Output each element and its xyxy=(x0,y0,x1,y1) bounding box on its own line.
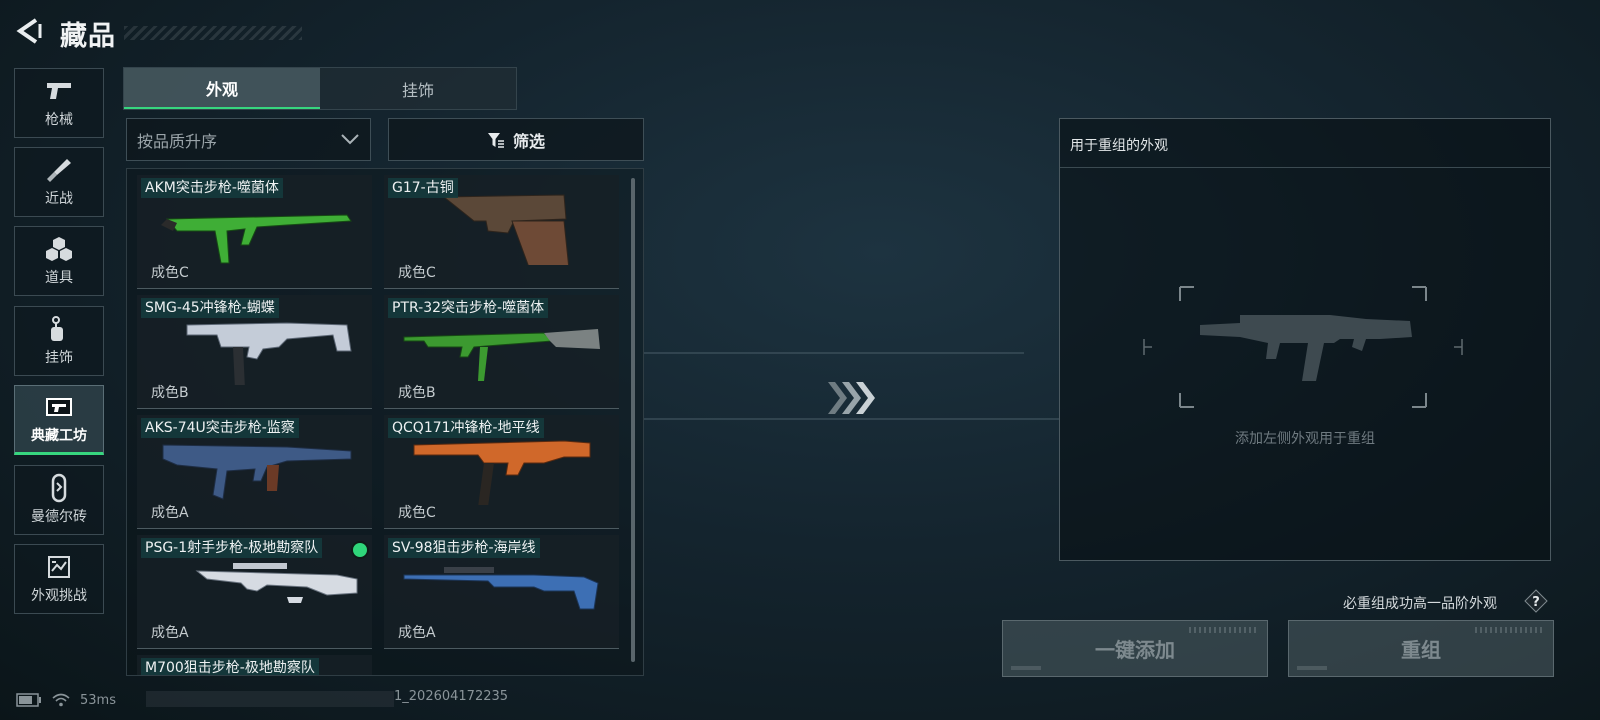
skin-card[interactable]: SV-98狙击步枪-海岸线 成色A xyxy=(384,535,619,649)
pistol-icon xyxy=(44,77,74,105)
quick-add-label: 一键添加 xyxy=(1095,638,1175,662)
skin-card[interactable]: AKM突击步枪-噬菌体 成色C xyxy=(137,175,372,289)
brick-icon xyxy=(44,473,74,503)
help-icon[interactable]: ? xyxy=(1524,589,1548,613)
recompose-button[interactable]: 重组 xyxy=(1288,620,1554,677)
filter-label: 筛选 xyxy=(512,131,545,151)
quick-add-button[interactable]: 一键添加 xyxy=(1002,620,1268,677)
skin-name: AKM突击步枪-噬菌体 xyxy=(141,178,283,198)
skin-card[interactable]: PTR-32突击步枪-噬菌体 成色B xyxy=(384,295,619,409)
knife-icon xyxy=(44,156,74,184)
battery-icon xyxy=(16,693,41,707)
wifi-icon xyxy=(52,693,70,707)
nav-item-gear[interactable]: 道具 xyxy=(14,226,104,296)
chevron-down-icon xyxy=(341,134,359,145)
weapon-slot[interactable] xyxy=(1140,285,1466,409)
recompose-label: 重组 xyxy=(1401,638,1441,662)
category-tabs: 外观 挂饰 xyxy=(123,67,517,110)
nav-item-workshop[interactable]: 典藏工坊 xyxy=(14,385,104,455)
skin-card[interactable]: AKS-74U突击步枪-监察 成色A xyxy=(137,415,372,529)
nav-item-melee[interactable]: 近战 xyxy=(14,147,104,217)
ping-text: 53ms xyxy=(80,692,116,708)
skin-grade: 成色C xyxy=(151,265,189,281)
list-scrollbar[interactable] xyxy=(631,178,635,662)
skin-grade: 成色C xyxy=(398,505,436,521)
nav-label: 枪械 xyxy=(45,112,73,128)
nav-label: 道具 xyxy=(45,270,73,286)
nav-label: 曼德尔砖 xyxy=(31,509,87,525)
charm-icon xyxy=(44,315,74,343)
button-decoration xyxy=(1011,666,1041,670)
guarantee-text: 必重组成功高一品阶外观 xyxy=(1343,596,1497,612)
nav-label: 外观挑战 xyxy=(31,588,87,604)
status-bar: 53ms xyxy=(16,688,116,712)
skin-grade: 成色B xyxy=(398,385,436,401)
decor-line xyxy=(644,352,1024,354)
skin-name: QCQ171冲锋枪-地平线 xyxy=(388,418,544,438)
panel-title: 用于重组的外观 xyxy=(1060,119,1550,168)
skin-grade: 成色A xyxy=(151,505,189,521)
filter-icon xyxy=(487,132,504,148)
build-info-bar xyxy=(146,691,394,707)
skin-card-partial[interactable]: M700狙击步枪-极地勘察队 xyxy=(137,655,372,675)
title-decoration xyxy=(124,26,302,40)
skin-card[interactable]: PSG-1射手步枪-极地勘察队 成色A xyxy=(137,535,372,649)
nav-item-skin-challenge[interactable]: 外观挑战 xyxy=(14,544,104,614)
panel-hint: 添加左侧外观用于重组 xyxy=(1235,431,1375,447)
nav-item-guns[interactable]: 枪械 xyxy=(14,68,104,138)
skin-grade: 成色A xyxy=(151,625,189,641)
skin-grade: 成色B xyxy=(151,385,189,401)
sort-dropdown[interactable]: 按品质升序 xyxy=(126,118,371,161)
nav-item-mandel-brick[interactable]: 曼德尔砖 xyxy=(14,465,104,535)
svg-text:?: ? xyxy=(1532,595,1540,610)
button-decoration xyxy=(1189,627,1259,633)
build-text: 1_202604172235 xyxy=(394,689,509,704)
skin-name: G17-古铜 xyxy=(388,178,458,198)
grenade-icon xyxy=(44,235,74,263)
filter-button[interactable]: 筛选 xyxy=(388,118,644,161)
equipped-indicator xyxy=(351,541,369,559)
skin-card[interactable]: G17-古铜 成色C xyxy=(384,175,619,289)
challenge-icon xyxy=(44,553,74,581)
skin-list: AKM突击步枪-噬菌体 成色C G17-古铜 成色C SMG-45冲锋枪-蝴蝶 … xyxy=(126,168,644,676)
skin-name: PSG-1射手步枪-极地勘察队 xyxy=(141,538,323,558)
skin-card[interactable]: SMG-45冲锋枪-蝴蝶 成色B xyxy=(137,295,372,409)
nav-label: 挂饰 xyxy=(45,350,73,366)
tab-appearance[interactable]: 外观 xyxy=(124,68,320,109)
recompose-panel: 用于重组的外观 添加左侧外观用于重组 xyxy=(1059,118,1551,561)
button-decoration xyxy=(1297,666,1327,670)
decor-line xyxy=(644,418,1059,420)
tab-charms[interactable]: 挂饰 xyxy=(320,68,516,109)
nav-label: 近战 xyxy=(45,191,73,207)
skin-name: SMG-45冲锋枪-蝴蝶 xyxy=(141,298,279,318)
skin-card[interactable]: QCQ171冲锋枪-地平线 成色C xyxy=(384,415,619,529)
skin-name: SV-98狙击步枪-海岸线 xyxy=(388,538,540,558)
skin-name: AKS-74U突击步枪-监察 xyxy=(141,418,299,438)
skin-grade: 成色A xyxy=(398,625,436,641)
page-title: 藏品 xyxy=(60,21,116,52)
button-decoration xyxy=(1475,627,1545,633)
sort-value: 按品质升序 xyxy=(137,131,218,151)
chevron-right-icon xyxy=(828,382,875,414)
nav-item-charms[interactable]: 挂饰 xyxy=(14,306,104,376)
skin-name: PTR-32突击步枪-噬菌体 xyxy=(388,298,549,318)
skin-name: M700狙击步枪-极地勘察队 xyxy=(141,658,319,675)
workshop-icon xyxy=(44,393,74,421)
skin-grade: 成色C xyxy=(398,265,436,281)
nav-label: 典藏工坊 xyxy=(31,428,87,444)
back-arrow-icon[interactable] xyxy=(14,16,44,46)
